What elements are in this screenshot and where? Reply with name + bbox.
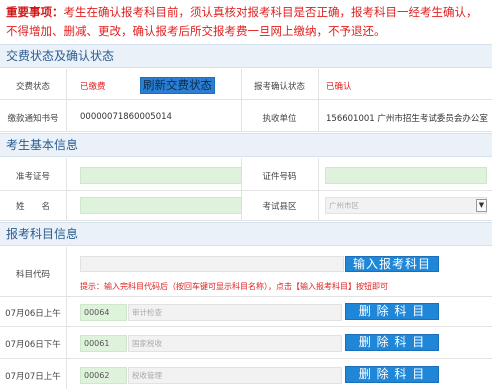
district-select-value: 广州市区 [329,201,359,210]
unit-value: 156601001 广州市招生考试委员会办公室 [326,114,488,124]
section-subjects-title: 报考科目信息 [0,222,492,246]
notice-lead: 重要事项： [6,5,64,19]
subject-code-label: 科目代码 [15,270,50,280]
input-subject-button[interactable]: 输入报考科目 [345,256,439,272]
exam-time: 07月07日上午 [5,372,61,382]
chevron-down-icon[interactable]: ▼ [476,199,487,212]
section-basic-title: 考生基本信息 [0,133,492,157]
notice-line1: 考生在确认报考科目前，须认真核对报考科目是否正确，报考科目一经考生确认， [63,5,478,19]
fee-status-value: 已缴费 [80,82,106,92]
delete-subject-button[interactable]: 删 除 科 目 [345,334,439,351]
subject-code-value: 00064 [84,308,110,317]
subject-code-field[interactable]: 00064 [80,304,127,321]
col-divider [318,158,319,220]
district-label: 考试县区 [262,202,297,212]
subject-name-field: 税收管理 [128,367,342,384]
subject-name-value: 审计检查 [132,308,162,317]
row-divider [0,190,492,191]
confirm-status-label: 报考确认状态 [253,82,305,92]
subject-code-field[interactable]: 00062 [80,367,127,384]
col-divider [66,247,67,389]
col-divider [66,69,67,131]
row-divider [0,296,492,297]
row-divider [0,131,492,132]
confirm-status-value: 已确认 [326,82,352,92]
subject-name-value: 国家税收 [132,339,162,348]
subject-hint: 提示：输入完科目代码后（按回车键可显示科目名称），点击【输入报考科目】按钮即可 [80,282,388,291]
delete-subject-button[interactable]: 删 除 科 目 [345,366,439,383]
id-number-label: 证件号码 [262,172,297,182]
name-label: 姓 名 [15,202,50,212]
subject-name-field: 国家税收 [128,335,342,352]
subject-code-value: 00062 [84,371,110,380]
exam-time: 07月06日上午 [5,309,61,319]
section-payment-title: 交费状态及确认状态 [0,44,492,68]
id-number-field[interactable] [325,167,487,184]
row-divider [0,220,492,221]
admission-no-label: 准考证号 [15,172,50,182]
row-divider [0,99,492,100]
row-divider [0,326,492,327]
col-divider [66,158,67,220]
fee-status-label: 交费状态 [15,82,50,92]
col-divider [318,69,319,131]
subject-code-field[interactable]: 00061 [80,335,127,352]
notice-no-value: 0000007186000501​4 [80,112,172,122]
notice-line2: 不得增加、删减、更改，确认报考后所交报考费一旦网上缴纳，不予退还。 [6,24,386,38]
subject-code-input[interactable] [80,256,344,272]
subject-name-value: 税收管理 [132,371,162,380]
subject-name-field: 审计检查 [128,304,342,321]
important-notice: 重要事项：考生在确认报考科目前，须认真核对报考科目是否正确，报考科目一经考生确认… [0,0,492,44]
admission-no-field[interactable] [80,167,242,184]
notice-no-label: 缴款通知书号 [7,114,59,124]
delete-subject-button[interactable]: 删 除 科 目 [345,303,439,320]
subject-code-value: 00061 [84,339,110,348]
exam-time: 07月06日下午 [5,340,61,350]
district-select[interactable]: 广州市区 [325,197,487,214]
unit-label: 执收单位 [262,114,297,124]
name-field[interactable] [80,197,242,214]
row-divider [0,358,492,359]
refresh-fee-status-button[interactable]: 刷新交费状态 [140,77,215,94]
